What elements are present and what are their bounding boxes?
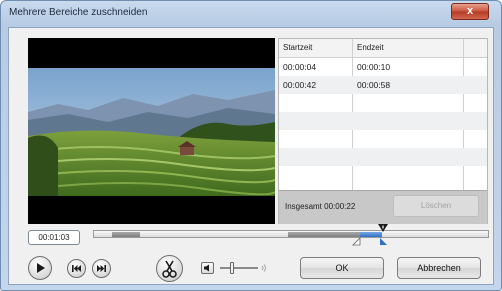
column-header-start[interactable]: Startzeit [283, 43, 312, 52]
play-button[interactable] [28, 256, 52, 280]
previous-icon [72, 265, 81, 272]
timeline-track[interactable] [93, 230, 489, 238]
ok-button[interactable]: OK [300, 257, 384, 279]
row-end-time: 00:00:58 [357, 80, 391, 90]
scissors-icon [162, 260, 177, 278]
volume-slider[interactable] [220, 262, 258, 274]
previous-button[interactable] [67, 259, 86, 278]
empty-row [279, 94, 487, 112]
column-header-end[interactable]: Endzeit [357, 43, 384, 52]
timeline[interactable] [93, 224, 489, 246]
playhead-marker-icon[interactable] [377, 223, 389, 235]
row-end-time: 00:00:10 [357, 62, 391, 72]
cancel-button[interactable]: Abbrechen [397, 257, 481, 279]
row-start-time: 00:00:04 [283, 62, 317, 72]
next-icon [97, 265, 106, 272]
play-icon [37, 263, 45, 273]
dialog-window: Mehrere Bereiche zuschneiden x Startzeit… [0, 0, 502, 291]
table-row[interactable]: 00:00:04 00:00:10 [279, 58, 487, 76]
current-time-display[interactable]: 00:01:03 [28, 230, 80, 245]
window-title: Mehrere Bereiche zuschneiden [9, 7, 148, 18]
empty-row [279, 112, 487, 130]
volume-waves-icon [261, 264, 266, 272]
video-preview [28, 38, 275, 224]
delete-button[interactable]: Löschen [393, 195, 479, 217]
dialog-body: Startzeit Endzeit 00:00:04 00:00:10 00:0… [8, 27, 494, 285]
trimmed-segment [288, 232, 360, 237]
cut-button[interactable] [156, 255, 183, 282]
segment-list: Startzeit Endzeit 00:00:04 00:00:10 00:0… [278, 38, 488, 224]
speaker-icon [204, 264, 209, 272]
title-bar: Mehrere Bereiche zuschneiden x [1, 1, 501, 25]
total-duration: Insgesamt 00:00:22 [285, 202, 356, 211]
video-frame-image [28, 68, 275, 196]
row-start-time: 00:00:42 [283, 80, 317, 90]
empty-row [279, 166, 487, 184]
table-row[interactable]: 00:00:42 00:00:58 [279, 76, 487, 94]
trimmed-segment [112, 232, 140, 237]
start-marker-handle-icon[interactable] [352, 237, 361, 246]
empty-row [279, 148, 487, 166]
volume-thumb[interactable] [230, 262, 234, 274]
close-button[interactable]: x [451, 3, 489, 20]
segment-list-header: Startzeit Endzeit [279, 39, 487, 58]
empty-row [279, 130, 487, 148]
volume-track [220, 267, 258, 269]
segment-list-footer: Insgesamt 00:00:22 Löschen [279, 190, 487, 224]
mute-button[interactable] [201, 262, 214, 274]
end-marker-handle-icon[interactable] [379, 237, 388, 246]
next-button[interactable] [92, 259, 111, 278]
